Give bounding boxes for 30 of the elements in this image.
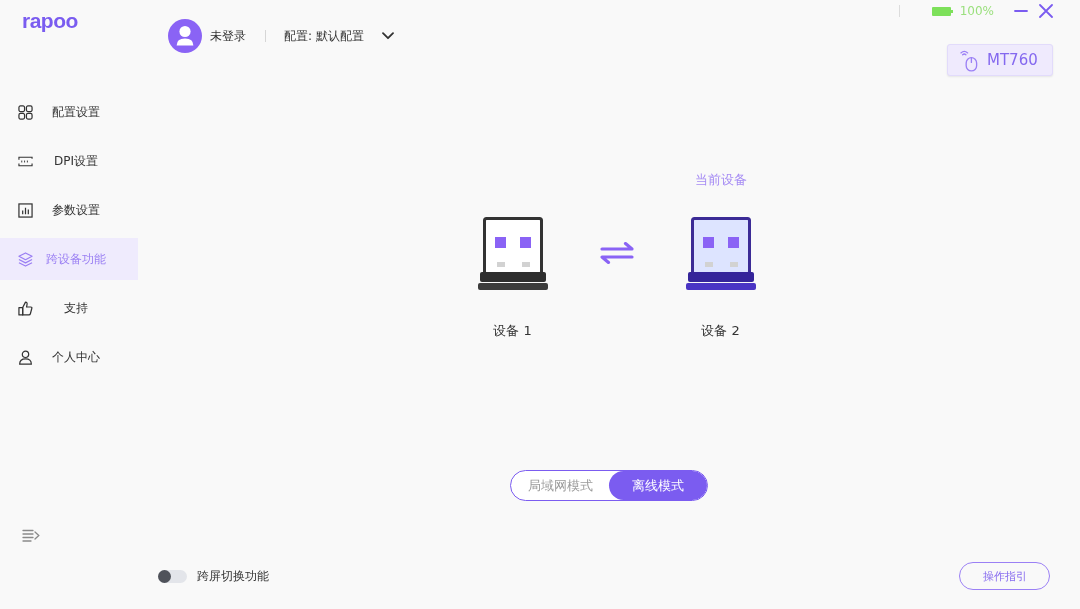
sidebar-item[interactable]: DPI设置 — [0, 140, 138, 182]
bar-chart-icon — [18, 202, 33, 218]
sidebar-item[interactable]: 参数设置 — [0, 189, 138, 231]
usb-dongle-icon[interactable] — [685, 217, 756, 291]
chevron-down-icon — [381, 32, 394, 40]
sidebar-item[interactable]: 个人中心 — [0, 336, 138, 378]
thumbs-up-icon — [18, 300, 33, 316]
current-device-label: 当前设备 — [694, 171, 747, 189]
wireless-mouse-icon — [960, 48, 979, 72]
mode-tab[interactable]: 离线模式 — [609, 471, 707, 500]
person-icon — [18, 349, 33, 365]
grid-icon — [18, 104, 33, 120]
profile-dropdown[interactable]: 配置: 默认配置 — [284, 27, 394, 45]
login-status-label: 未登录 — [210, 27, 246, 45]
logo: rapoo — [22, 8, 78, 34]
sidebar-item[interactable]: 支持 — [0, 287, 138, 329]
device-button[interactable]: MT760 — [947, 44, 1053, 76]
switch-label: 跨屏切换功能 — [197, 567, 269, 585]
battery-icon — [931, 6, 953, 16]
layers-icon — [18, 251, 33, 267]
device-label: 设备 2 — [701, 322, 740, 340]
sidebar-item[interactable]: 配置设置 — [0, 91, 138, 133]
device-label: 设备 1 — [493, 322, 532, 340]
battery-percent: 100% — [959, 4, 994, 18]
close-icon — [1039, 4, 1053, 18]
close-button[interactable] — [1039, 4, 1053, 18]
avatar-icon[interactable] — [168, 19, 202, 53]
collapse-menu-icon[interactable] — [22, 529, 40, 542]
usb-dongle-icon[interactable] — [477, 217, 548, 291]
toggle-switch[interactable] — [158, 569, 187, 583]
